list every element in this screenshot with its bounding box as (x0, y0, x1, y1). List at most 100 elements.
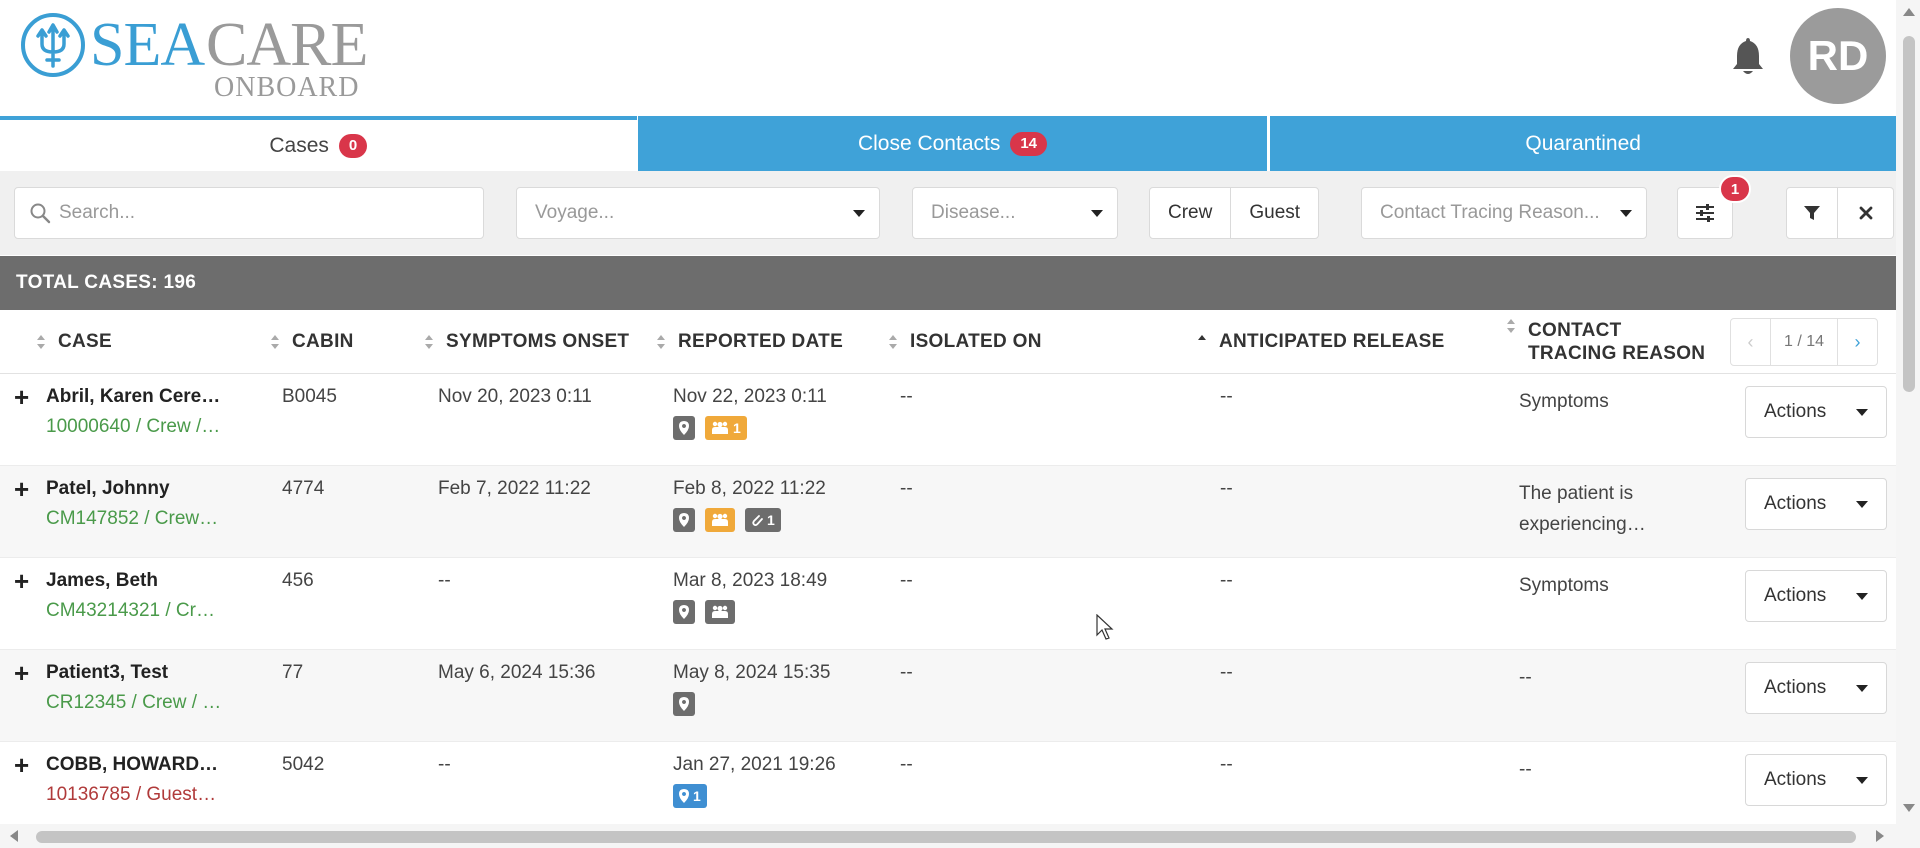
vertical-scrollbar[interactable] (1896, 0, 1920, 848)
logo-text-sea: SEA (90, 11, 205, 79)
case-tag[interactable]: 1 (745, 508, 781, 532)
contact-tracing-reason: Symptoms (1519, 391, 1609, 412)
column-header-case[interactable]: CASE (36, 310, 112, 374)
scroll-down-arrow-icon[interactable] (1903, 804, 1915, 812)
case-name[interactable]: Patel, Johnny (46, 478, 246, 500)
actions-dropdown-button[interactable]: Actions (1745, 478, 1887, 530)
contact-tracing-reason-select[interactable]: Contact Tracing Reason... (1361, 187, 1647, 239)
table-row[interactable]: + Abril, Karen Cere… 10000640 / Crew /… B00… (0, 374, 1896, 466)
tab-cases[interactable]: Cases 0 (0, 116, 637, 171)
column-header-cabin[interactable]: CABIN (270, 310, 354, 374)
vertical-scroll-thumb[interactable] (1903, 36, 1915, 392)
table-row[interactable]: + Patient3, Test CR12345 / Crew / … 77 May 6… (0, 650, 1896, 742)
case-tags: 1 (673, 416, 747, 440)
case-tag[interactable] (705, 508, 735, 532)
scroll-up-arrow-icon[interactable] (1903, 8, 1915, 16)
cabin-number: 456 (282, 570, 314, 591)
sort-icon (425, 335, 433, 349)
actions-dropdown-button[interactable]: Actions (1745, 754, 1887, 806)
case-tag[interactable] (673, 600, 695, 624)
expand-row-icon[interactable]: + (14, 476, 29, 502)
location-icon (679, 605, 689, 619)
reported-date: Nov 22, 2023 0:11 (673, 386, 827, 407)
search-icon (30, 203, 51, 224)
column-header-symptoms-onset[interactable]: SYMPTOMS ONSET (424, 310, 629, 374)
apply-filter-button[interactable] (1786, 187, 1838, 239)
actions-label: Actions (1764, 585, 1827, 606)
actions-dropdown-button[interactable]: Actions (1745, 386, 1887, 438)
horizontal-scroll-thumb[interactable] (36, 831, 1856, 843)
expand-row-icon[interactable]: + (14, 660, 29, 686)
case-tag[interactable]: 1 (705, 416, 747, 440)
tab-quarantined[interactable]: Quarantined (1270, 116, 1896, 171)
crew-toggle-button[interactable]: Crew (1150, 188, 1230, 238)
disease-select[interactable]: Disease... (912, 187, 1118, 239)
column-anticipated-release-label: ANTICIPATED RELEASE (1219, 331, 1445, 352)
scroll-right-arrow-icon[interactable] (1876, 830, 1884, 842)
sort-icon (657, 335, 665, 349)
user-avatar[interactable]: RD (1790, 8, 1886, 104)
isolated-on-date: -- (900, 478, 913, 499)
column-header-contact-tracing-reason[interactable]: CONTACT TRACING REASON (1506, 310, 1705, 374)
clear-filter-button[interactable] (1838, 187, 1894, 239)
sort-icon (37, 335, 45, 349)
guest-toggle-button[interactable]: Guest (1230, 188, 1318, 238)
case-tag[interactable] (705, 600, 735, 624)
actions-label: Actions (1764, 493, 1827, 514)
expand-row-icon[interactable]: + (14, 384, 29, 410)
expand-row-icon[interactable]: + (14, 752, 29, 778)
table-row[interactable]: + Patel, Johnny CM147852 / Crew… 4774 Feb 7,… (0, 466, 1896, 558)
case-id-type: 10136785 / Guest… (46, 784, 217, 805)
crew-guest-toggle: Crew Guest (1149, 187, 1320, 239)
location-icon (679, 421, 689, 435)
actions-dropdown-button[interactable]: Actions (1745, 662, 1887, 714)
seacare-logo[interactable]: SEA CARE ONBOARD (20, 10, 370, 103)
total-cases-label: TOTAL CASES: 196 (16, 272, 197, 293)
cabin-number: B0045 (282, 386, 337, 407)
reported-date: Jan 27, 2021 19:26 (673, 754, 836, 775)
anticipated-release-date: -- (1220, 478, 1233, 499)
contact-tracing-reason: -- (1519, 667, 1532, 688)
case-name[interactable]: James, Beth (46, 570, 246, 592)
tab-quarantined-label: Quarantined (1525, 131, 1641, 155)
scroll-left-arrow-icon[interactable] (10, 830, 18, 842)
reported-date: May 8, 2024 15:35 (673, 662, 831, 683)
case-tag[interactable] (673, 692, 695, 716)
anticipated-release-date: -- (1220, 662, 1233, 683)
column-header-anticipated-release[interactable]: ANTICIPATED RELEASE (1197, 310, 1445, 374)
table-row[interactable]: + James, Beth CM43214321 / Cr… 456 -- Mar 8, … (0, 558, 1896, 650)
anticipated-release-date: -- (1220, 386, 1233, 407)
symptoms-onset-date: Nov 20, 2023 0:11 (438, 386, 592, 407)
chevron-down-icon (1856, 500, 1868, 508)
voyage-placeholder: Voyage... (535, 202, 615, 223)
bell-icon[interactable] (1730, 34, 1766, 76)
tag-count: 1 (733, 420, 741, 436)
column-header-isolated-on[interactable]: ISOLATED ON (888, 310, 1042, 374)
table-row[interactable]: + COBB, HOWARD… 10136785 / Guest… 5042 -- Jan… (0, 742, 1896, 834)
case-name[interactable]: COBB, HOWARD… (46, 754, 246, 776)
page-indicator: 1 / 14 (1783, 333, 1825, 350)
tab-close-contacts[interactable]: Close Contacts 14 (637, 116, 1268, 171)
previous-page-button[interactable]: ‹ (1731, 319, 1771, 365)
column-header-reported-date[interactable]: REPORTED DATE (656, 310, 843, 374)
search-input[interactable]: Search... (14, 187, 484, 239)
horizontal-scrollbar[interactable] (0, 824, 1896, 848)
case-id-type: CM43214321 / Cr… (46, 600, 215, 621)
case-name[interactable]: Abril, Karen Cere… (46, 386, 246, 408)
filter-bar: Search... Voyage... Disease... Crew Gues… (0, 171, 1896, 255)
case-name[interactable]: Patient3, Test (46, 662, 246, 684)
expand-row-icon[interactable]: + (14, 568, 29, 594)
column-reported-date-label: REPORTED DATE (678, 331, 844, 352)
actions-dropdown-button[interactable]: Actions (1745, 570, 1887, 622)
logo-text-onboard: ONBOARD (214, 72, 360, 103)
chevron-down-icon (1856, 592, 1868, 600)
case-tag[interactable] (673, 508, 695, 532)
contact-tracing-reason: The patient is experiencing… (1519, 483, 1646, 535)
tab-cases-badge: 0 (338, 133, 368, 158)
case-tag[interactable] (673, 416, 695, 440)
pagination: ‹ 1 / 14 › (1730, 318, 1878, 366)
isolated-on-date: -- (900, 754, 913, 775)
voyage-select[interactable]: Voyage... (516, 187, 880, 239)
next-page-button[interactable]: › (1837, 319, 1877, 365)
case-tag[interactable]: 1 (673, 784, 707, 808)
